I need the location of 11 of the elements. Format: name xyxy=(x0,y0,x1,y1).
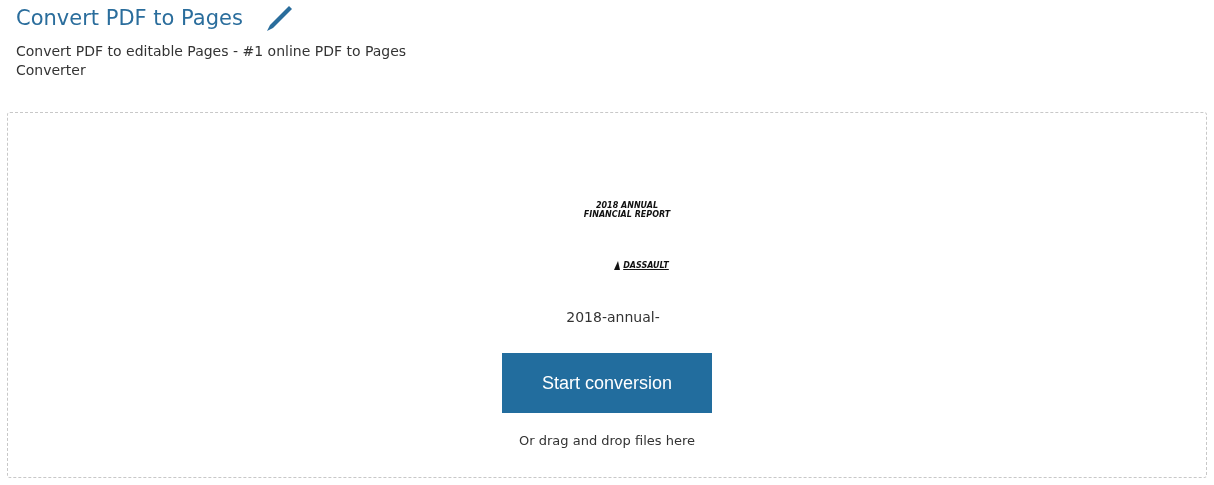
start-conversion-button[interactable]: Start conversion xyxy=(502,353,712,413)
page-subtitle: Convert PDF to editable Pages - #1 online PDF to Pages Converter xyxy=(16,42,408,80)
file-name: 2018-annual- xyxy=(566,309,660,325)
page-title: Convert PDF to Pages xyxy=(16,5,243,31)
preview-text: FINANCIAL REPORT xyxy=(583,210,671,219)
preview-logo: DASSAULT xyxy=(623,261,669,270)
preview-text: 2018 ANNUAL xyxy=(595,201,659,210)
pen-icon xyxy=(264,4,293,32)
drop-zone[interactable]: 2018 ANNUAL FINANCIAL REPORT DASSAULT 2018-annual- Start conversion Or drag and drop files here xyxy=(7,112,1207,478)
logo-icon xyxy=(613,261,622,270)
drop-hint: Or drag and drop files here xyxy=(519,433,695,448)
